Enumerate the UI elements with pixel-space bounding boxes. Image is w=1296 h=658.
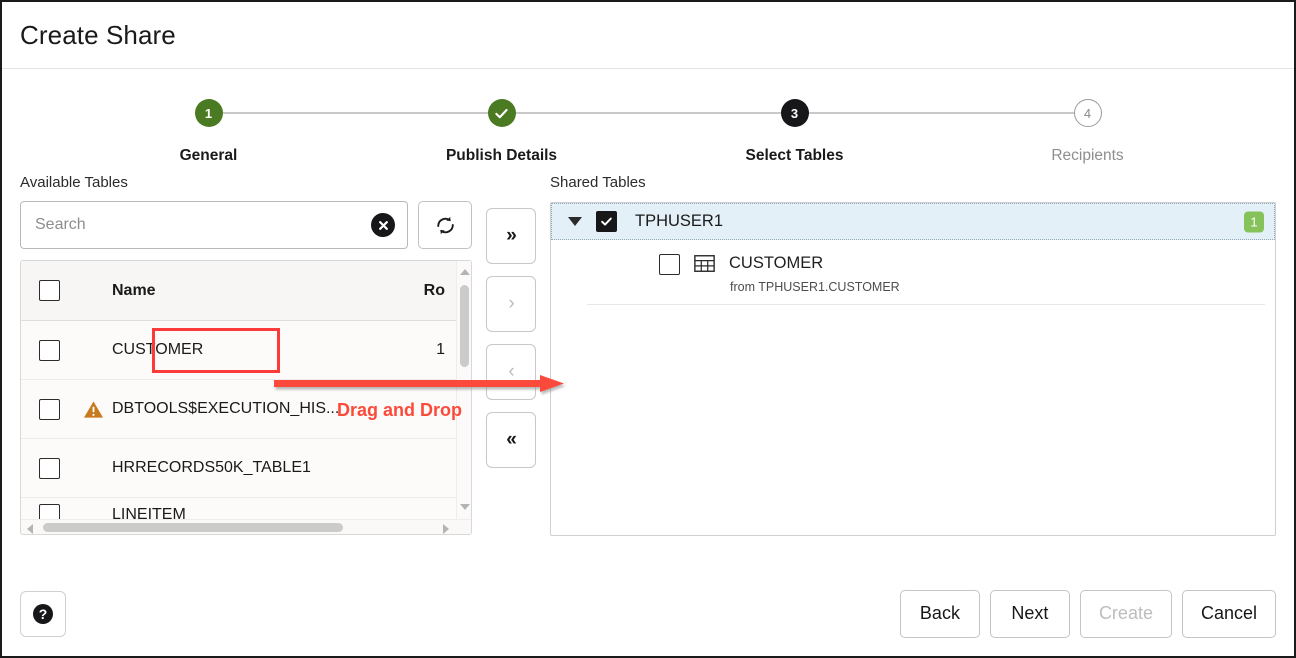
table-header-row: Name Ro xyxy=(21,261,471,321)
step-4-circle: 4 xyxy=(1074,99,1102,127)
vertical-scroll-thumb[interactable] xyxy=(460,285,469,367)
column-header-rows: Ro xyxy=(424,282,445,300)
move-left-button[interactable]: ‹ xyxy=(486,344,536,400)
clear-search-icon[interactable] xyxy=(371,213,395,237)
create-share-dialog: Create Share 1 General Publish Details 3… xyxy=(0,0,1296,658)
move-all-right-button[interactable]: » xyxy=(486,208,536,264)
step-1-number: 1 xyxy=(205,106,212,121)
step-3-label: Select Tables xyxy=(746,147,844,165)
cancel-button[interactable]: Cancel xyxy=(1182,590,1276,638)
column-header-name: Name xyxy=(112,282,156,300)
search-placeholder: Search xyxy=(35,216,86,234)
step-2-label: Publish Details xyxy=(446,147,557,165)
table-row[interactable]: DBTOOLS$EXECUTION_HIS... xyxy=(21,380,471,439)
svg-text:?: ? xyxy=(39,606,48,622)
group-checkbox[interactable] xyxy=(596,211,617,232)
next-button[interactable]: Next xyxy=(990,590,1070,638)
dialog-body: Available Tables Search xyxy=(2,174,1294,575)
horizontal-scroll-thumb[interactable] xyxy=(43,523,343,532)
step-general[interactable]: 1 General xyxy=(62,99,355,165)
table-icon xyxy=(694,255,715,272)
row-name: CUSTOMER xyxy=(112,341,203,359)
step-3-circle: 3 xyxy=(781,99,809,127)
check-icon xyxy=(494,106,509,121)
shared-tables-label: Shared Tables xyxy=(550,174,1276,191)
step-publish-details[interactable]: Publish Details xyxy=(355,99,648,165)
page-title: Create Share xyxy=(20,20,176,51)
child-subtitle: from TPHUSER1.CUSTOMER xyxy=(730,280,900,294)
shared-tables-tree[interactable]: TPHUSER1 1 xyxy=(550,202,1276,536)
step-2-circle xyxy=(488,99,516,127)
wizard-stepper: 1 General Publish Details 3 Select Table… xyxy=(62,69,1234,174)
child-title-row: CUSTOMER xyxy=(694,254,900,273)
row-name: DBTOOLS$EXECUTION_HIS... xyxy=(112,400,339,418)
tree-item-customer[interactable]: CUSTOMER from TPHUSER1.CUSTOMER xyxy=(587,240,1265,305)
refresh-button[interactable] xyxy=(418,201,472,249)
transfer-buttons: » › ‹ « xyxy=(472,174,550,480)
tree-group-tphuser1[interactable]: TPHUSER1 1 xyxy=(551,203,1275,240)
vertical-scrollbar[interactable] xyxy=(456,261,471,534)
scroll-left-icon[interactable] xyxy=(27,524,33,534)
search-row: Search xyxy=(20,201,472,249)
row-checkbox[interactable] xyxy=(39,399,60,420)
chevron-down-icon[interactable] xyxy=(568,217,582,226)
search-input[interactable]: Search xyxy=(20,201,408,249)
child-checkbox[interactable] xyxy=(659,254,680,275)
check-icon xyxy=(600,215,613,228)
move-all-left-button[interactable]: « xyxy=(486,412,536,468)
step-3-number: 3 xyxy=(791,106,798,121)
available-tables-label: Available Tables xyxy=(20,174,472,191)
warning-icon xyxy=(74,400,112,419)
help-button[interactable]: ? xyxy=(20,591,66,637)
row-rowcount: 1 xyxy=(436,341,445,359)
footer-buttons: Back Next Create Cancel xyxy=(900,590,1276,638)
step-1-circle: 1 xyxy=(195,99,223,127)
row-checkbox[interactable] xyxy=(39,340,60,361)
table-row[interactable]: HRRECORDS50K_TABLE1 xyxy=(21,439,471,498)
move-right-button[interactable]: › xyxy=(486,276,536,332)
row-checkbox[interactable] xyxy=(39,458,60,479)
child-name: CUSTOMER xyxy=(729,254,823,273)
help-circle-icon: ? xyxy=(31,602,55,626)
step-1-label: General xyxy=(180,147,238,165)
step-4-number: 4 xyxy=(1084,106,1091,121)
row-name: HRRECORDS50K_TABLE1 xyxy=(112,459,311,477)
scroll-right-icon[interactable] xyxy=(443,524,449,534)
dialog-header: Create Share xyxy=(2,2,1294,69)
scroll-up-icon[interactable] xyxy=(460,269,470,275)
horizontal-scrollbar[interactable] xyxy=(21,519,471,534)
group-label: TPHUSER1 xyxy=(635,212,723,231)
select-all-checkbox[interactable] xyxy=(39,280,60,301)
back-button[interactable]: Back xyxy=(900,590,980,638)
step-select-tables[interactable]: 3 Select Tables xyxy=(648,99,941,165)
child-content: CUSTOMER from TPHUSER1.CUSTOMER xyxy=(694,254,900,294)
dialog-footer: ? Back Next Create Cancel xyxy=(2,571,1294,656)
create-button[interactable]: Create xyxy=(1080,590,1172,638)
table-row[interactable]: CUSTOMER 1 xyxy=(21,321,471,380)
available-tables-panel: Available Tables Search xyxy=(20,174,472,535)
scroll-down-icon[interactable] xyxy=(460,504,470,510)
available-tables-list[interactable]: Name Ro CUSTOMER 1 xyxy=(20,260,472,535)
shared-tables-panel: Shared Tables TPHUSER1 1 xyxy=(550,174,1276,536)
step-recipients[interactable]: 4 Recipients xyxy=(941,99,1234,165)
refresh-icon xyxy=(433,213,458,238)
status-badge: 1 xyxy=(1244,211,1264,232)
step-4-label: Recipients xyxy=(1051,147,1123,165)
